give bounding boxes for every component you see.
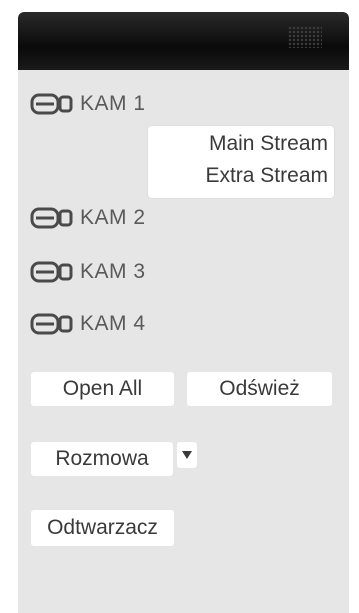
main-stream-item[interactable]: Main Stream [209,132,328,156]
chevron-down-icon [182,451,192,459]
panel-header[interactable] [18,12,349,70]
camera-item-1[interactable]: KAM 1 [30,89,146,119]
camera-icon [30,313,73,335]
camera-item-4[interactable]: KAM 4 [30,309,146,339]
camera-item-2[interactable]: KAM 2 [30,203,146,233]
camera-icon [30,207,73,229]
camera-label: KAM 3 [80,260,146,283]
camera-icon [30,93,73,115]
extra-stream-item[interactable]: Extra Stream [205,164,328,188]
refresh-button[interactable]: Odśwież [187,372,332,406]
camera-item-3[interactable]: KAM 3 [30,257,146,287]
grip-handle-icon[interactable] [288,26,322,48]
open-all-button[interactable]: Open All [31,372,174,406]
camera-panel: KAM 1 Main Stream Extra Stream KAM 2 KAM… [18,12,349,613]
camera-label: KAM 1 [80,92,146,115]
camera-label: KAM 4 [80,312,146,335]
camera-icon [30,261,73,283]
talk-select[interactable]: Rozmowa [31,442,173,476]
camera-label: KAM 2 [80,206,146,229]
stream-menu: Main Stream Extra Stream [148,126,334,198]
player-button[interactable]: Odtwarzacz [31,510,174,546]
talk-dropdown-toggle[interactable] [177,442,197,468]
